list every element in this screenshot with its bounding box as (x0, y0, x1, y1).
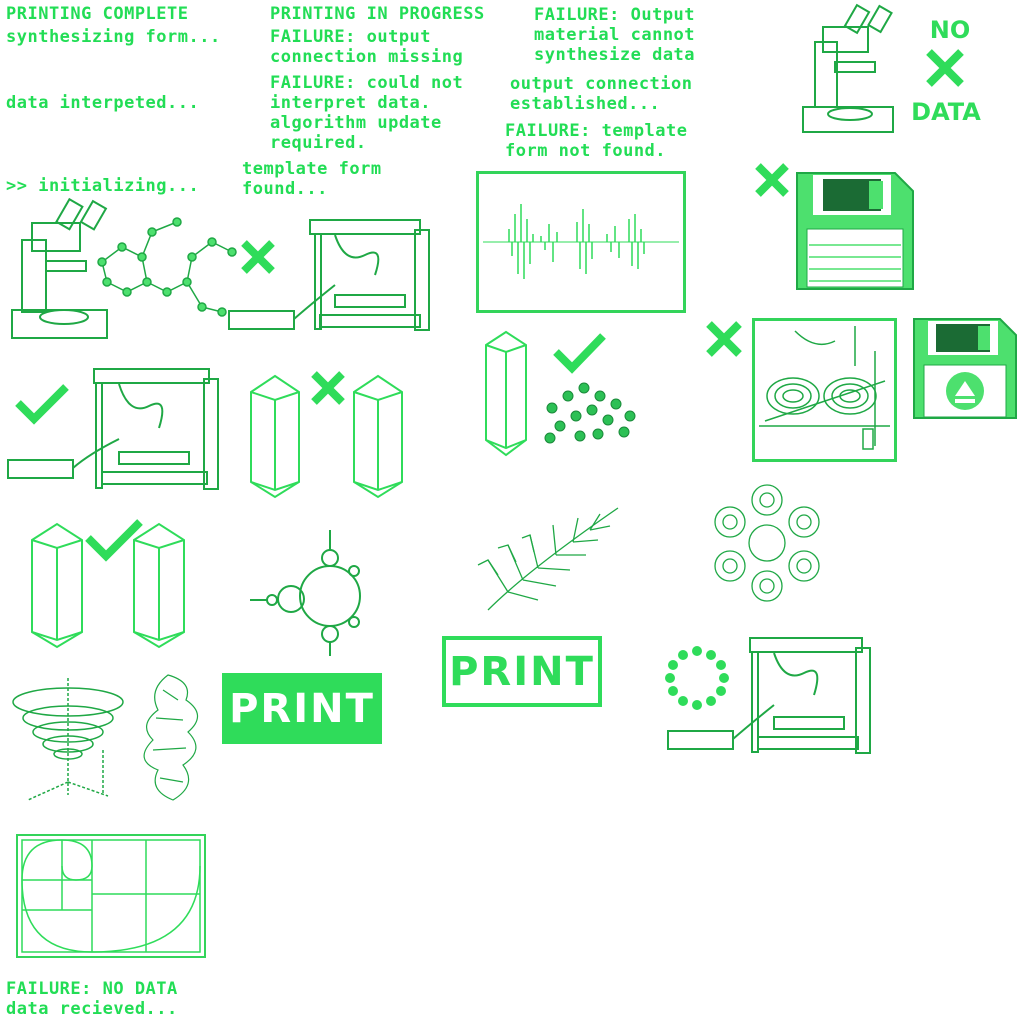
crystal-icon (250, 374, 300, 499)
golden-spiral-icon (21, 839, 201, 953)
fractal-icon (714, 484, 820, 602)
print-button-outline[interactable]: PRINT (442, 636, 602, 707)
crystal-icon (485, 330, 527, 457)
initializing-text: >> initializing... (6, 176, 200, 196)
waveform-frame (476, 171, 686, 313)
failure-no-data-text: FAILURE: NO DATA data recieved... (6, 979, 178, 1019)
floppy-disk-icon (913, 318, 1017, 419)
failure-interpret-text: FAILURE: could not interpret data. algor… (270, 73, 464, 153)
waveform-icon (483, 204, 679, 279)
synthesizing-text: synthesizing form... (6, 27, 221, 47)
cross-icon (926, 49, 964, 87)
crystal-icon (31, 522, 83, 649)
golden-spiral-frame (16, 834, 206, 958)
fractal-icon (477, 507, 619, 611)
cross-icon (311, 371, 345, 405)
microscope-icon (802, 3, 894, 133)
3d-printer-icon (667, 637, 871, 754)
3d-printer-icon (228, 219, 430, 331)
check-icon (553, 333, 606, 374)
data-label: DATA (911, 98, 981, 126)
no-label: NO (929, 16, 971, 44)
failure-material-text: FAILURE: Output material cannot synthesi… (534, 5, 696, 65)
fractal-icon (250, 530, 361, 656)
crystal-icon (353, 374, 403, 499)
printing-in-progress-text: PRINTING IN PROGRESS (270, 4, 485, 24)
3d-printer-icon (7, 368, 219, 490)
template-found-text: template form found... (242, 159, 382, 199)
printing-complete-text: PRINTING COMPLETE (6, 4, 189, 24)
cross-icon (706, 321, 742, 357)
floppy-disk-icon (796, 172, 914, 290)
crystal-icon (133, 522, 185, 649)
printer-bed-frame (752, 318, 897, 462)
data-interpreted-text: data interpeted... (6, 93, 200, 113)
molecule-icon (97, 217, 237, 317)
output-established-text: output connection established... (510, 74, 693, 114)
print-button[interactable]: PRINT (222, 673, 382, 744)
cross-icon (755, 163, 789, 197)
3d-printer-icon (759, 326, 890, 450)
failure-template-text: FAILURE: template form not found. (505, 121, 688, 161)
fractal-icon (143, 674, 199, 801)
spiral-plot-icon (12, 678, 124, 801)
molecule-icon (544, 382, 636, 444)
failure-output-missing-text: FAILURE: output connection missing (270, 27, 464, 67)
